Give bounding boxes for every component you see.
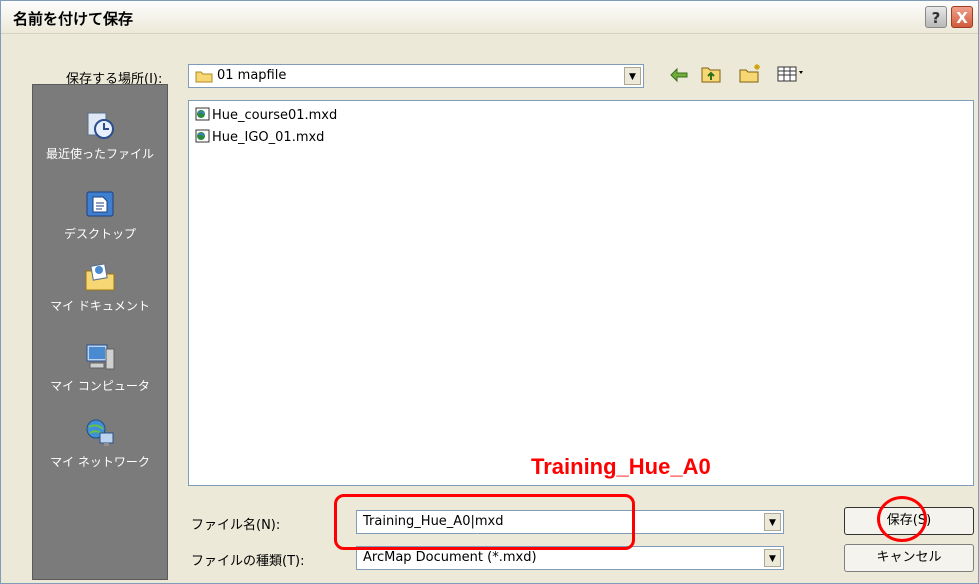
new-folder-icon[interactable] [739, 63, 763, 83]
place-my-computer[interactable]: マイ コンピュータ [33, 341, 167, 394]
place-label: デスクトップ [63, 227, 136, 241]
place-label: マイ ネットワーク [50, 455, 150, 469]
file-list[interactable]: Hue_course01.mxd Hue_IGO_01.mxd [188, 100, 974, 486]
help-icon: ? [931, 9, 941, 27]
help-button[interactable]: ? [925, 6, 947, 28]
filetype-label: ファイルの種類(T): [191, 554, 305, 569]
recent-files-icon [87, 112, 114, 139]
place-my-documents[interactable]: マイ ドキュメント [33, 261, 167, 314]
save-in-dropdown[interactable]: 01 mapfile ▼ [188, 64, 644, 88]
window-title: 名前を付けて保存 [13, 10, 134, 28]
annotation-highlight-circle [877, 496, 927, 542]
cancel-button[interactable]: キャンセル [844, 544, 974, 572]
arcmap-document-icon [195, 107, 210, 121]
place-label: マイ ドキュメント [50, 299, 150, 313]
my-computer-icon [86, 344, 115, 370]
chevron-down-icon[interactable]: ▼ [624, 67, 641, 85]
arcmap-document-icon [195, 129, 210, 143]
annotation-highlight-box [334, 494, 635, 550]
file-name: Hue_course01.mxd [212, 108, 338, 123]
close-icon: X [956, 9, 968, 27]
filename-label: ファイル名(N): [191, 518, 281, 533]
annotation-text: Training_Hue_A0 [531, 454, 711, 479]
place-recent[interactable]: 最近使ったファイル [33, 109, 167, 162]
title-bar: 名前を付けて保存 ? X [1, 1, 978, 34]
desktop-icon [86, 191, 114, 217]
file-name: Hue_IGO_01.mxd [212, 130, 325, 145]
place-desktop[interactable]: デスクトップ [33, 189, 167, 242]
filetype-value: ArcMap Document (*.mxd) [363, 550, 537, 565]
my-documents-icon [85, 263, 115, 291]
place-label: 最近使ったファイル [45, 147, 154, 161]
cancel-button-label: キャンセル [876, 550, 942, 565]
list-item[interactable]: Hue_IGO_01.mxd [195, 129, 324, 145]
save-in-value: 01 mapfile [217, 68, 287, 83]
place-my-network[interactable]: マイ ネットワーク [33, 417, 167, 470]
place-label: マイ コンピュータ [50, 379, 150, 393]
view-menu-icon[interactable] [777, 65, 805, 83]
close-button[interactable]: X [951, 6, 973, 28]
list-item[interactable]: Hue_course01.mxd [195, 107, 337, 123]
places-bar: 最近使ったファイル デスクトップ マイ ドキュメント マイ コンピュータ マイ … [32, 84, 168, 580]
my-network-icon [86, 419, 114, 446]
folder-icon [195, 71, 213, 83]
save-as-dialog: 名前を付けて保存 ? X 保存する場所(I): 01 mapfile ▼ 最近使… [0, 0, 979, 584]
up-folder-icon[interactable] [701, 65, 721, 83]
chevron-down-icon[interactable]: ▼ [764, 549, 781, 567]
chevron-down-icon[interactable]: ▼ [764, 513, 781, 531]
back-arrow-icon[interactable] [669, 66, 689, 84]
